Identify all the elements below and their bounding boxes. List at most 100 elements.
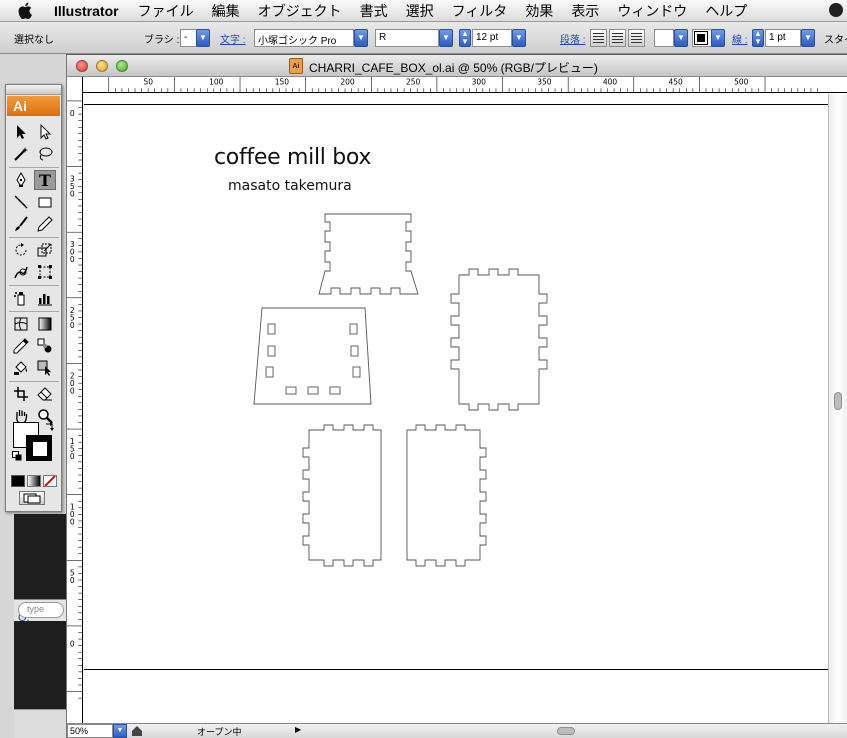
zoom-level-field[interactable]: 50%	[67, 724, 113, 738]
zoom-level-dropdown-arrow[interactable]: ▼	[113, 724, 127, 738]
artwork-author-text[interactable]: masato takemura	[228, 178, 352, 194]
tools-panel-titlebar[interactable]	[6, 85, 61, 95]
document-titlebar[interactable]: Ai CHARRI_CAFE_BOX_ol.ai @ 50% (RGB/プレビュ…	[67, 55, 847, 77]
font-size-field[interactable]: 12 pt	[472, 29, 512, 47]
paragraph-extra-arrow[interactable]: ▼	[674, 29, 688, 47]
menu-file[interactable]: ファイル	[138, 1, 194, 21]
line-segment-tool[interactable]	[10, 192, 32, 212]
none-slash-icon	[44, 476, 56, 486]
dieline-panel-right[interactable]	[450, 268, 548, 411]
character-link[interactable]: 文字 :	[220, 31, 246, 46]
slice-tool[interactable]	[10, 384, 32, 404]
gradient-tool[interactable]	[34, 314, 56, 334]
pen-tool[interactable]	[10, 170, 32, 190]
align-right-button[interactable]	[628, 29, 645, 47]
dieline-panel-bottom-right[interactable]	[406, 424, 487, 567]
gradient-mode-button[interactable]	[27, 475, 41, 487]
vertical-scroll-thumb[interactable]	[834, 392, 842, 410]
eyedropper-tool[interactable]	[10, 336, 32, 356]
ruler-label: 0	[70, 518, 75, 527]
live-paint-bucket-icon	[14, 361, 28, 375]
menu-view[interactable]: 表示	[571, 1, 599, 21]
zoom-window-button[interactable]	[116, 60, 128, 72]
artwork-title-text[interactable]: coffee mill box	[214, 145, 371, 170]
stroke-color-swatch-tools[interactable]	[26, 435, 52, 461]
box-dieline-artwork-2[interactable]	[84, 94, 828, 723]
document-status-bar: 50% ▼ オープン中 ▶	[67, 723, 847, 738]
rotate-tool[interactable]	[10, 240, 32, 260]
direct-selection-tool[interactable]	[34, 122, 56, 142]
close-button[interactable]	[76, 60, 88, 72]
scale-tool[interactable]	[34, 240, 56, 260]
screen-mode-button[interactable]	[19, 491, 45, 505]
warp-tool[interactable]	[10, 262, 32, 282]
artboard-navigation-icon[interactable]	[131, 725, 143, 737]
minimize-button[interactable]	[96, 60, 108, 72]
blend-tool[interactable]	[34, 336, 56, 356]
stroke-weight-stepper[interactable]: ▲ ▼	[752, 29, 764, 47]
menu-type[interactable]: 書式	[360, 1, 388, 21]
spotlight-icon[interactable]	[829, 3, 843, 17]
apple-logo-icon[interactable]	[18, 2, 34, 19]
font-family-select[interactable]: 小塚ゴシック Pro	[254, 29, 354, 47]
screen-mode-icon	[23, 493, 41, 504]
menu-help[interactable]: ヘルプ	[705, 1, 747, 21]
ruler-label: 100	[209, 78, 224, 87]
stroke-weight-field[interactable]: 1 pt	[765, 29, 801, 47]
live-paint-selection-tool[interactable]	[34, 358, 56, 378]
menu-edit[interactable]: 編集	[212, 1, 240, 21]
font-style-select[interactable]: R	[375, 29, 439, 47]
magic-wand-icon	[14, 147, 28, 161]
menu-select[interactable]: 選択	[406, 1, 434, 21]
eraser-tool[interactable]	[34, 384, 56, 404]
align-center-button[interactable]	[609, 29, 626, 47]
font-size-stepper[interactable]: ▲ ▼	[459, 29, 471, 47]
menu-object[interactable]: オブジェクト	[258, 1, 342, 21]
paragraph-link[interactable]: 段落 :	[560, 31, 586, 46]
vertical-ruler[interactable]: 0350300250200150100500	[67, 77, 83, 723]
paintbrush-tool[interactable]	[10, 214, 32, 234]
type-tool[interactable]: T	[34, 170, 56, 190]
symbol-sprayer-icon	[14, 292, 25, 306]
menu-filter[interactable]: フィルタ	[452, 1, 508, 21]
status-menu-arrow[interactable]: ▶	[295, 725, 301, 734]
rectangle-tool[interactable]	[34, 192, 56, 212]
stroke-color-dropdown-arrow[interactable]: ▼	[711, 29, 725, 47]
menu-effect[interactable]: 効果	[525, 1, 553, 21]
tools-panel: Ai T	[5, 84, 62, 512]
default-colors-icon[interactable]	[12, 451, 22, 461]
magic-wand-tool[interactable]	[10, 144, 32, 164]
font-family-dropdown-arrow[interactable]: ▼	[354, 29, 368, 47]
font-style-dropdown-arrow[interactable]: ▼	[439, 29, 453, 47]
stroke-color-swatch[interactable]	[692, 29, 712, 47]
horizontal-ruler[interactable]: 50 100 150 200 250 300 350 400 450 500	[83, 77, 847, 93]
selection-tool[interactable]	[10, 122, 32, 142]
brush-select[interactable]: -	[180, 29, 197, 47]
ruler-label: 500	[734, 78, 749, 87]
font-size-dropdown-arrow[interactable]: ▼	[512, 29, 526, 47]
menu-app-name[interactable]: Illustrator	[54, 3, 119, 19]
column-graph-tool[interactable]	[34, 288, 56, 308]
pen-icon	[16, 172, 26, 187]
menu-window[interactable]: ウィンドウ	[617, 1, 687, 21]
brush-dropdown-arrow[interactable]: ▼	[196, 29, 210, 47]
none-mode-button[interactable]	[43, 475, 57, 487]
symbol-sprayer-tool[interactable]	[10, 288, 32, 308]
horizontal-scroll-thumb[interactable]	[557, 727, 575, 735]
color-mode-button[interactable]	[11, 475, 25, 487]
swap-fill-stroke-icon[interactable]	[45, 421, 55, 431]
lasso-tool[interactable]	[34, 144, 56, 164]
stroke-weight-dropdown-arrow[interactable]: ▼	[801, 29, 815, 47]
dieline-panel-bottom-left[interactable]	[302, 424, 382, 567]
free-transform-tool[interactable]	[34, 262, 56, 282]
align-left-button[interactable]	[590, 29, 607, 47]
mesh-tool[interactable]	[10, 314, 32, 334]
live-paint-bucket-tool[interactable]	[10, 358, 32, 378]
vertical-scrollbar[interactable]	[828, 94, 847, 723]
paragraph-extra-select[interactable]	[654, 29, 674, 47]
stroke-link[interactable]: 線 :	[732, 31, 748, 46]
artboard-canvas[interactable]: coffee mill box masato takemura	[84, 94, 828, 723]
pencil-tool[interactable]	[34, 214, 56, 234]
layer-search-input[interactable]: type	[18, 602, 64, 618]
tools-divider	[9, 381, 59, 382]
